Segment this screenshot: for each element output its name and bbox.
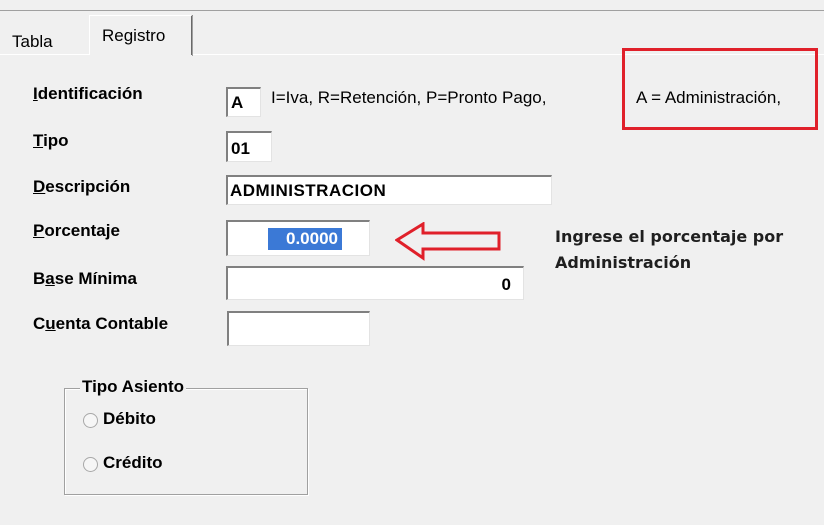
- porcentaje-field[interactable]: 0.0000: [226, 220, 370, 256]
- porcentaje-label: Porcentaje: [33, 221, 120, 240]
- base-minima-field[interactable]: 0: [226, 266, 524, 300]
- tipo-asiento-title: Tipo Asiento: [80, 377, 186, 397]
- tab-registro[interactable]: Registro: [89, 15, 193, 56]
- descripcion-field[interactable]: ADMINISTRACION: [226, 175, 552, 205]
- annotation-line-2: Administración: [555, 253, 692, 272]
- debito-label[interactable]: Débito: [103, 409, 156, 429]
- base-minima-label: Base Mínima: [33, 269, 137, 288]
- credito-radio[interactable]: [83, 457, 98, 472]
- credito-label[interactable]: Crédito: [103, 453, 163, 473]
- porcentaje-selected-value: 0.0000: [268, 228, 342, 250]
- cuenta-contable-field[interactable]: [227, 311, 370, 346]
- identificacion-label: Identificación: [33, 84, 143, 103]
- tipo-field[interactable]: 01: [226, 131, 272, 162]
- identificacion-hint: I=Iva, R=Retención, P=Pronto Pago,: [271, 88, 547, 107]
- arrow-left-icon: [395, 222, 501, 261]
- debito-radio[interactable]: [83, 413, 98, 428]
- tipo-asiento-group: [64, 388, 308, 495]
- identificacion-field[interactable]: A: [226, 87, 261, 117]
- tab-tabla[interactable]: Tabla: [8, 27, 57, 54]
- highlight-box: [622, 48, 818, 130]
- tipo-label: Tipo: [33, 131, 69, 150]
- descripcion-label: Descripción: [33, 177, 131, 196]
- annotation-line-1: Ingrese el porcentaje por: [555, 227, 784, 246]
- annotation-text: Ingrese el porcentaje por Administración: [555, 224, 783, 276]
- window-top-border: [0, 10, 824, 11]
- cuenta-contable-label: Cuenta Contable: [33, 314, 169, 333]
